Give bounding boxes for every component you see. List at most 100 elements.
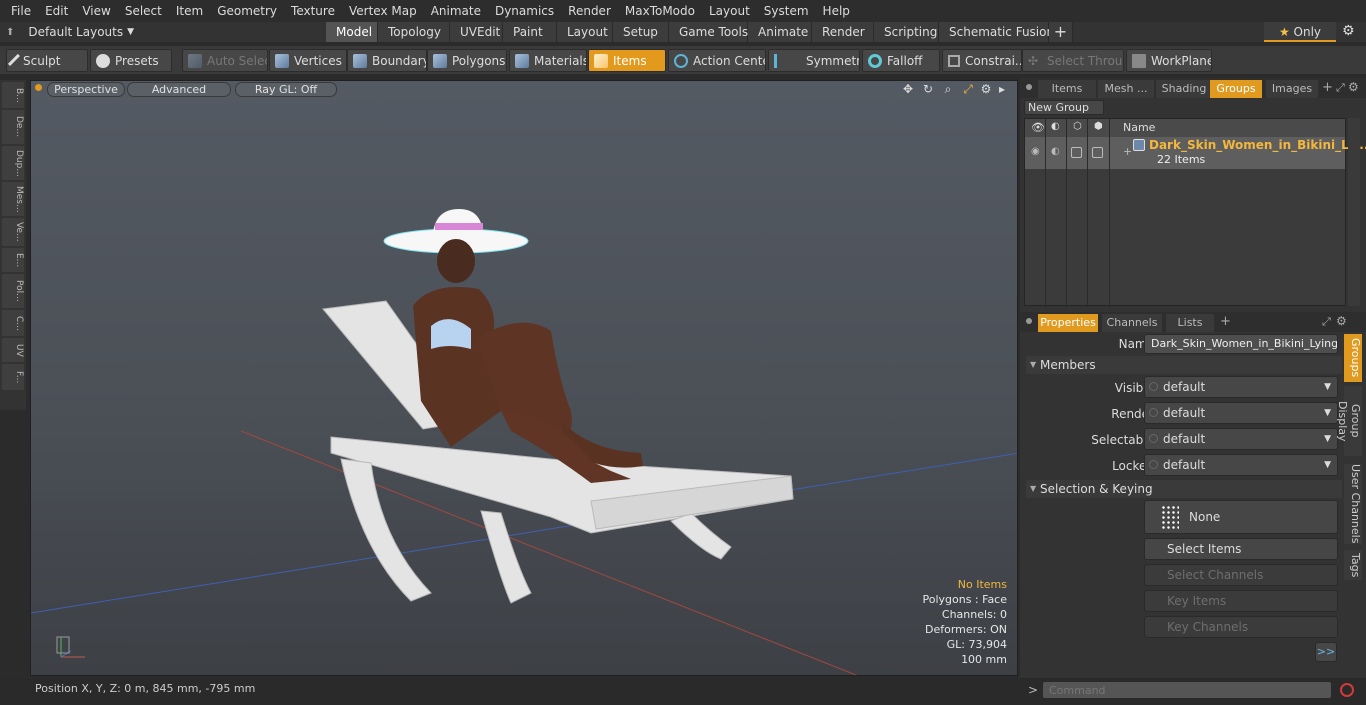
menu-vertex-map[interactable]: Vertex Map (342, 0, 424, 22)
visible-dropdown[interactable]: default ▼ (1144, 376, 1338, 398)
tab-schematic-fusion[interactable]: Schematic Fusion (939, 22, 1054, 42)
locked-dropdown[interactable]: default ▼ (1144, 454, 1338, 476)
side-tab-group-display[interactable]: Group Display (1336, 386, 1362, 456)
name-field[interactable]: Dark_Skin_Women_in_Bikini_Lying_on (1144, 334, 1338, 354)
viewport-expand-icon[interactable]: ▸ (995, 83, 1009, 96)
selection-keying-section[interactable]: ▼ Selection & Keying (1026, 480, 1342, 498)
menu-layout[interactable]: Layout (702, 0, 757, 22)
props-expand-icon[interactable]: ⤢ (1322, 315, 1331, 329)
left-tab-edge[interactable]: E... (2, 248, 24, 272)
row-lock-checkbox[interactable] (1071, 147, 1082, 158)
menu-select[interactable]: Select (118, 0, 169, 22)
boundary-button[interactable]: Boundary (347, 49, 427, 72)
workplane-button[interactable]: WorkPlane (1126, 49, 1212, 72)
selectable-dropdown[interactable]: default ▼ (1144, 428, 1338, 450)
tab-shading[interactable]: Shading (1156, 80, 1212, 98)
left-tab-polygon[interactable]: Pol... (2, 274, 24, 308)
menu-animate[interactable]: Animate (424, 0, 488, 22)
left-tab-fusion[interactable]: F... (2, 364, 24, 390)
left-tab-curve[interactable]: C... (2, 310, 24, 336)
menu-render[interactable]: Render (561, 0, 618, 22)
viewport-menu-dot-icon[interactable] (35, 84, 42, 91)
select-items-button[interactable]: Select Items (1144, 538, 1338, 560)
add-panel-tab-icon[interactable]: + (1322, 80, 1333, 95)
presets-button[interactable]: Presets (90, 49, 172, 72)
render-icon[interactable]: ◐ (1051, 121, 1060, 132)
tab-mesh[interactable]: Mesh ... (1098, 80, 1154, 98)
tab-animate[interactable]: Animate (748, 22, 812, 42)
menu-system[interactable]: System (757, 0, 816, 22)
only-button[interactable]: ★ Only (1264, 22, 1336, 42)
tab-lists[interactable]: Lists (1166, 314, 1214, 332)
menu-help[interactable]: Help (816, 0, 857, 22)
panel-expand-icon[interactable]: ⤢ (1336, 81, 1345, 95)
tab-images[interactable]: Images (1266, 80, 1318, 98)
add-props-tab-icon[interactable]: + (1220, 314, 1231, 329)
tab-layout[interactable]: Layout (557, 22, 613, 42)
key-channels-button[interactable]: Key Channels (1144, 616, 1338, 638)
tab-channels[interactable]: Channels (1102, 314, 1162, 332)
record-icon[interactable] (1340, 683, 1354, 697)
props-dot-icon[interactable] (1026, 318, 1032, 324)
tab-groups[interactable]: Groups (1210, 80, 1262, 98)
row-eye-icon[interactable]: ◉ (1031, 146, 1040, 157)
menu-item[interactable]: Item (169, 0, 210, 22)
menu-view[interactable]: View (75, 0, 117, 22)
tab-items[interactable]: Items (1038, 80, 1096, 98)
menu-geometry[interactable]: Geometry (210, 0, 284, 22)
3d-viewport[interactable]: Perspective Advanced Ray GL: Off ✥ ↻ ⌕ ⤢… (30, 80, 1018, 676)
falloff-button[interactable]: Falloff (862, 49, 940, 72)
none-button[interactable]: None (1144, 500, 1338, 534)
view-mode-button[interactable]: Perspective (47, 82, 125, 97)
tab-uvedit[interactable]: UVEdit (450, 22, 503, 42)
key-items-button[interactable]: Key Items (1144, 590, 1338, 612)
left-tab-mesh-edit[interactable]: Mes... (2, 182, 24, 216)
tab-setup[interactable]: Setup (613, 22, 669, 42)
new-group-button[interactable]: New Group (1024, 100, 1104, 115)
menu-dynamics[interactable]: Dynamics (488, 0, 561, 22)
menu-maxtomodo[interactable]: MaxToModo (618, 0, 702, 22)
left-tab-basic[interactable]: B... (2, 82, 24, 108)
select-cube-icon[interactable]: ⬢ (1094, 121, 1103, 132)
side-tab-groups[interactable]: Groups (1344, 334, 1362, 382)
materials-button[interactable]: Materials (509, 49, 587, 72)
tab-render[interactable]: Render (812, 22, 874, 42)
tab-scripting[interactable]: Scripting (874, 22, 939, 42)
left-tab-vertex[interactable]: Ve... (2, 218, 24, 246)
items-button[interactable]: Items 5 (588, 49, 666, 72)
left-tab-uv[interactable]: UV (2, 338, 24, 362)
left-tab-deform[interactable]: De... (2, 110, 24, 144)
constraints-button[interactable]: Constrai... (942, 49, 1022, 72)
tab-properties[interactable]: Properties (1038, 314, 1098, 332)
sculpt-button[interactable]: Sculpt (6, 49, 88, 72)
polygons-button[interactable]: Polygons (427, 49, 507, 72)
menu-edit[interactable]: Edit (38, 0, 75, 22)
panel-gear-icon[interactable]: ⚙ (1348, 80, 1359, 94)
gear-icon[interactable]: ⚙ (1342, 23, 1355, 39)
eye-icon[interactable]: 👁 (1031, 121, 1045, 134)
row-render-icon[interactable]: ◐ (1051, 146, 1060, 157)
tab-paint[interactable]: Paint (503, 22, 557, 42)
more-button[interactable]: >> (1315, 642, 1337, 662)
render-dropdown[interactable]: default ▼ (1144, 402, 1338, 424)
raygl-button[interactable]: Ray GL: Off (235, 82, 337, 97)
select-through-button[interactable]: ✣ Select Through (1022, 49, 1124, 72)
lock-cube-icon[interactable]: ⬡ (1073, 121, 1082, 132)
shading-mode-button[interactable]: Advanced (127, 82, 231, 97)
menu-texture[interactable]: Texture (284, 0, 342, 22)
group-row[interactable]: ◉ ◐ + Dark_Skin_Women_in_Bikini_Ly... 22… (1025, 137, 1366, 169)
select-channels-button[interactable]: Select Channels (1144, 564, 1338, 586)
viewport-settings-icon[interactable]: ⚙ (979, 83, 993, 96)
side-tab-tags[interactable]: Tags (1344, 550, 1362, 580)
tab-game-tools[interactable]: Game Tools (669, 22, 748, 42)
zoom-view-icon[interactable]: ⌕ (941, 83, 955, 96)
symmetry-button[interactable]: Symmetry (768, 49, 860, 72)
action-center-button[interactable]: Action Center (668, 49, 766, 72)
row-select-checkbox[interactable] (1092, 147, 1103, 158)
menu-file[interactable]: File (4, 0, 38, 22)
tab-model[interactable]: Model (326, 22, 378, 42)
side-tab-user-channels[interactable]: User Channels (1344, 464, 1362, 544)
tab-topology[interactable]: Topology (378, 22, 450, 42)
move-view-icon[interactable]: ✥ (901, 83, 915, 96)
rotate-view-icon[interactable]: ↻ (921, 83, 935, 96)
